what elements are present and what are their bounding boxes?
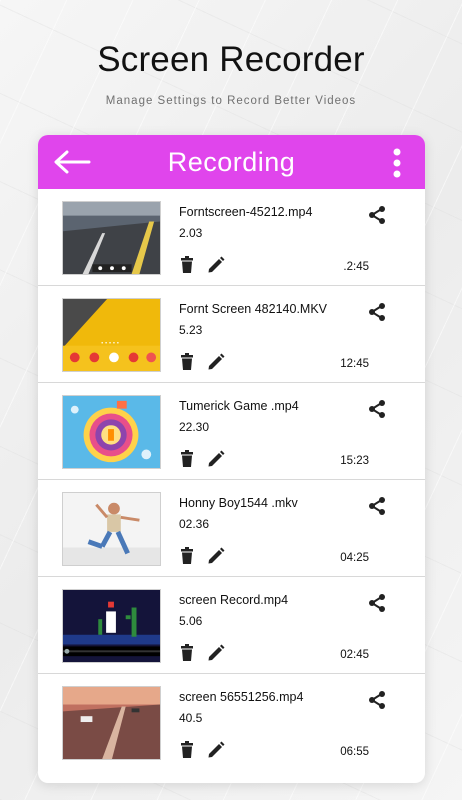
- edit-button[interactable]: [207, 741, 225, 759]
- delete-button[interactable]: [179, 256, 195, 274]
- trash-icon: [181, 741, 193, 758]
- list-item[interactable]: Honny Boy1544 .mkv 02.36 04:25: [38, 480, 425, 577]
- edit-button[interactable]: [207, 547, 225, 565]
- file-name: screen 56551256.mp4: [179, 690, 304, 704]
- file-size: 2.03: [179, 226, 203, 240]
- file-name: Honny Boy1544 .mkv: [179, 496, 298, 510]
- video-thumbnail: [62, 589, 161, 663]
- duration: .2:45: [343, 261, 369, 273]
- duration: 06:55: [340, 746, 369, 758]
- delete-button[interactable]: [179, 353, 195, 371]
- share-button[interactable]: [367, 593, 387, 613]
- list-item[interactable]: Fornt Screen 482140.MKV 5.23 12:45: [38, 286, 425, 383]
- edit-button[interactable]: [207, 450, 225, 468]
- trash-icon: [181, 450, 193, 467]
- edit-button[interactable]: [207, 256, 225, 274]
- trash-icon: [181, 547, 193, 564]
- share-icon: [369, 303, 385, 321]
- file-name: screen Record.mp4: [179, 593, 289, 607]
- share-button[interactable]: [367, 496, 387, 516]
- more-vertical-icon: [393, 148, 401, 178]
- share-icon: [369, 206, 385, 224]
- share-button[interactable]: [367, 302, 387, 322]
- pencil-icon: [208, 644, 225, 661]
- share-icon: [369, 497, 385, 515]
- delete-button[interactable]: [179, 741, 195, 759]
- delete-button[interactable]: [179, 644, 195, 662]
- duration: 12:45: [340, 358, 369, 370]
- share-icon: [369, 691, 385, 709]
- file-name: Forntscreen-45212.mp4: [179, 205, 313, 219]
- file-name: Fornt Screen 482140.MKV: [179, 302, 327, 316]
- edit-button[interactable]: [207, 353, 225, 371]
- delete-button[interactable]: [179, 450, 195, 468]
- share-button[interactable]: [367, 690, 387, 710]
- trash-icon: [181, 644, 193, 661]
- video-thumbnail: [62, 492, 161, 566]
- pencil-icon: [208, 353, 225, 370]
- video-thumbnail: [62, 201, 161, 275]
- pencil-icon: [208, 450, 225, 467]
- video-thumbnail: [62, 686, 161, 760]
- list-item[interactable]: screen 56551256.mp4 40.5 06:55: [38, 674, 425, 771]
- share-button[interactable]: [367, 205, 387, 225]
- more-options-button[interactable]: [387, 147, 407, 179]
- file-size: 5.23: [179, 323, 203, 337]
- list-item[interactable]: screen Record.mp4 5.06 02:45: [38, 577, 425, 674]
- share-icon: [369, 594, 385, 612]
- duration: 04:25: [340, 552, 369, 564]
- file-size: 40.5: [179, 711, 203, 725]
- phone-screen: Recording Forntscreen-45212.mp4 2.03 .2:…: [38, 135, 425, 783]
- page-subtitle: Manage Settings to Record Better Videos: [105, 95, 357, 107]
- trash-icon: [181, 353, 193, 370]
- share-icon: [369, 400, 385, 418]
- pencil-icon: [208, 256, 225, 273]
- list-item[interactable]: Forntscreen-45212.mp4 2.03 .2:45: [38, 189, 425, 286]
- trash-icon: [181, 256, 193, 273]
- page-title: Screen Recorder: [97, 40, 365, 79]
- file-size: 22.30: [179, 420, 210, 434]
- video-thumbnail: [62, 395, 161, 469]
- app-bar: Recording: [38, 135, 425, 189]
- app-bar-title: Recording: [167, 147, 296, 177]
- share-button[interactable]: [367, 399, 387, 419]
- pencil-icon: [208, 741, 225, 758]
- duration: 02:45: [340, 649, 369, 661]
- edit-button[interactable]: [207, 644, 225, 662]
- pencil-icon: [208, 547, 225, 564]
- list-item[interactable]: Tumerick Game .mp4 22.30 15:23: [38, 383, 425, 480]
- file-size: 02.36: [179, 517, 210, 531]
- file-size: 5.06: [179, 614, 203, 628]
- duration: 15:23: [340, 455, 369, 467]
- delete-button[interactable]: [179, 547, 195, 565]
- video-thumbnail: [62, 298, 161, 372]
- file-name: Tumerick Game .mp4: [179, 399, 299, 413]
